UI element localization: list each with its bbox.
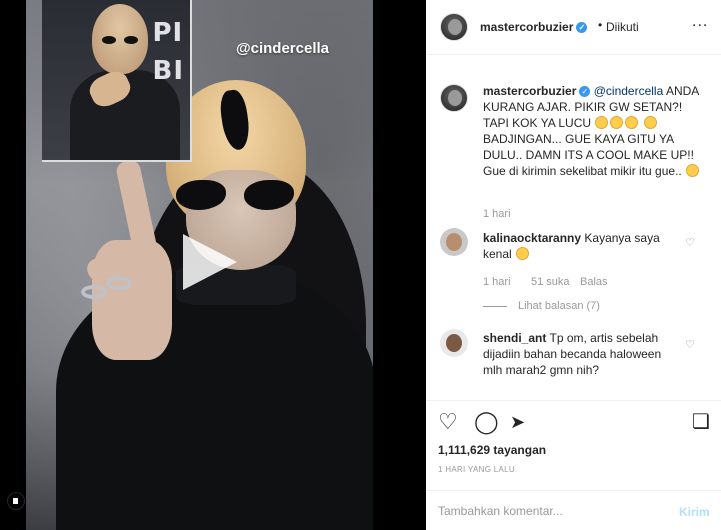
comment-avatar[interactable] — [440, 329, 468, 357]
bookmark-icon[interactable]: ❏ — [692, 411, 710, 433]
comment-bubble-icon[interactable]: ◯ — [474, 411, 499, 433]
inset-photo: PI BI — [42, 0, 192, 162]
post-comment-button[interactable]: Kirim — [679, 505, 710, 519]
caption-username[interactable]: mastercorbuzier — [483, 84, 576, 98]
confused-emoji-icon — [516, 247, 530, 260]
comment-input[interactable] — [438, 500, 658, 522]
comment-reply-button[interactable]: Balas — [580, 276, 608, 288]
more-options-icon[interactable]: ... — [692, 13, 708, 31]
replies-divider — [483, 306, 507, 307]
laughing-emoji-icon — [595, 116, 609, 129]
comment-like-heart-icon[interactable]: ♡ — [685, 236, 695, 249]
unamused-emoji-icon — [686, 164, 700, 177]
comment-item: shendi_ant Tp om, artis sebelah dijadiin… — [483, 330, 683, 378]
caption: mastercorbuzier ✓ @cindercella ANDA KURAN… — [483, 83, 703, 179]
comments-list[interactable]: mastercorbuzier ✓ @cindercella ANDA KURAN… — [426, 56, 721, 400]
caption-avatar[interactable] — [440, 84, 468, 112]
avatar[interactable] — [440, 13, 468, 41]
header-username[interactable]: mastercorbuzier ✓ — [480, 20, 588, 34]
volume-icon[interactable] — [7, 492, 25, 510]
view-replies-button[interactable]: Lihat balasan (7) — [518, 300, 600, 312]
header-separator: • — [598, 18, 603, 32]
follow-button[interactable]: Diikuti — [606, 20, 639, 34]
post-panel: mastercorbuzier ✓ • Diikuti ... mastercor… — [426, 0, 721, 530]
comment-time[interactable]: 1 hari — [483, 276, 511, 288]
video-overlay-handle: @cindercella — [236, 40, 330, 57]
inset-person-head — [92, 4, 148, 74]
share-icon[interactable]: ➤ — [510, 411, 525, 433]
comment-username[interactable]: kalinaocktaranny — [483, 231, 581, 245]
person-ring — [106, 276, 132, 290]
rofl-emoji-icon — [643, 116, 657, 129]
comment-like-heart-icon[interactable]: ♡ — [685, 338, 695, 351]
caption-time[interactable]: 1 hari — [483, 208, 511, 220]
play-icon[interactable] — [183, 234, 237, 290]
inset-person-eye — [124, 36, 138, 44]
verified-badge-icon: ✓ — [579, 86, 591, 98]
comment-username[interactable]: shendi_ant — [483, 331, 546, 345]
laughing-emoji-icon — [610, 116, 624, 129]
caption-text-continued: BADJINGAN... GUE KAYA GITU YA DULU.. DAM… — [483, 132, 694, 178]
comment-composer: Kirim — [426, 490, 721, 530]
inset-person-eye — [102, 36, 116, 44]
verified-badge-icon: ✓ — [576, 22, 588, 34]
video-player[interactable]: PI BI @cindercella — [0, 0, 426, 530]
person-ring — [81, 285, 107, 299]
comment-likes[interactable]: 51 suka — [531, 276, 570, 288]
comment-item: kalinaocktaranny Kayanya saya kenal — [483, 230, 683, 262]
view-count[interactable]: 1,111,629 tayangan — [438, 443, 546, 457]
rofl-emoji-icon — [625, 116, 639, 129]
inset-backdrop-text: PI BI — [152, 18, 184, 86]
comment-avatar[interactable] — [440, 228, 468, 256]
post-header: mastercorbuzier ✓ • Diikuti ... — [426, 0, 721, 55]
like-heart-icon[interactable]: ♡ — [438, 411, 458, 433]
post-timestamp[interactable]: 1 HARI YANG LALU — [438, 465, 515, 474]
action-bar: ♡ ◯ ➤ ❏ — [426, 400, 721, 433]
caption-mention[interactable]: @cindercella — [594, 84, 664, 98]
